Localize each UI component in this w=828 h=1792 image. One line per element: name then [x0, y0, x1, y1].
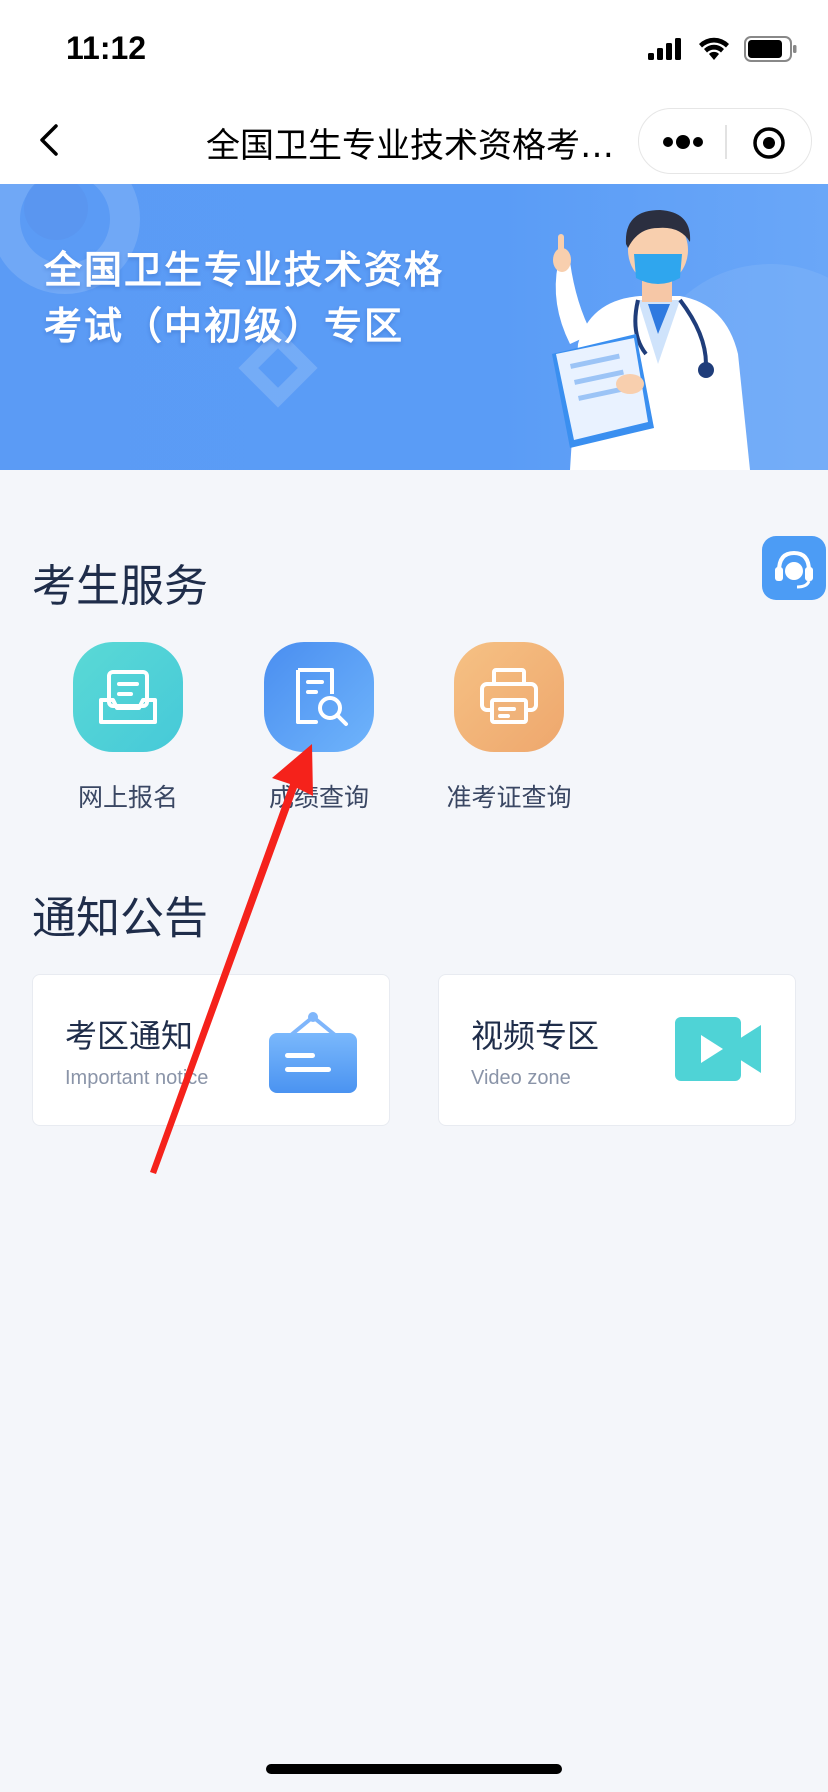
- customer-service-button[interactable]: [762, 536, 826, 600]
- notice-card-exam-area[interactable]: 考区通知 Important notice: [32, 974, 390, 1126]
- banner: 全国卫生专业技术资格 考试（中初级）专区: [0, 184, 828, 470]
- service-label: 成绩查询: [268, 783, 369, 812]
- printer-icon: [480, 668, 538, 724]
- card-title: 视频专区: [471, 1017, 600, 1055]
- card-subtitle: Video zone: [471, 1067, 571, 1089]
- card-subtitle: Important notice: [65, 1067, 209, 1089]
- card-title: 考区通知: [65, 1017, 194, 1055]
- service-score-query[interactable]: 成绩查询: [244, 642, 394, 814]
- home-indicator: [266, 1764, 562, 1774]
- banner-title: 全国卫生专业技术资格 考试（中初级）专区: [44, 242, 444, 354]
- inbox-form-icon: [99, 670, 157, 724]
- service-icon-bg: [454, 642, 564, 752]
- hanging-sign-icon: [269, 1012, 357, 1093]
- service-icon-bg: [73, 642, 183, 752]
- banner-title-line2: 考试（中初级）专区: [44, 304, 405, 348]
- doctor-illustration: [552, 210, 750, 470]
- nav-bar: 全国卫生专业技术资格考…: [0, 96, 828, 184]
- services-section-title: 考生服务: [32, 561, 208, 612]
- more-dots-icon[interactable]: [661, 127, 705, 157]
- video-camera-icon: [675, 1017, 761, 1081]
- document-search-icon: [296, 668, 348, 726]
- banner-title-line1: 全国卫生专业技术资格: [44, 248, 445, 292]
- service-label: 网上报名: [77, 783, 178, 812]
- status-icons: [648, 36, 798, 62]
- battery-icon: [744, 36, 797, 62]
- wifi-icon: [699, 37, 729, 60]
- mini-program-capsule: [638, 108, 812, 174]
- status-bar: 11:12: [0, 0, 828, 96]
- target-circle-icon[interactable]: [749, 123, 789, 163]
- status-time: 11:12: [66, 30, 147, 66]
- customer-service-headset-icon: [775, 550, 813, 589]
- cellular-signal-icon: [648, 38, 681, 60]
- service-icon-bg: [264, 642, 374, 752]
- chevron-left-icon[interactable]: [28, 118, 72, 162]
- service-online-registration[interactable]: 网上报名: [53, 642, 203, 814]
- page-title: 全国卫生专业技术资格考…: [206, 126, 614, 166]
- capsule-divider: [725, 125, 727, 159]
- notice-card-video-zone[interactable]: 视频专区 Video zone: [438, 974, 796, 1126]
- service-label: 准考证查询: [446, 783, 572, 812]
- notices-section-title: 通知公告: [32, 893, 208, 944]
- service-admission-ticket-query[interactable]: 准考证查询: [434, 642, 584, 814]
